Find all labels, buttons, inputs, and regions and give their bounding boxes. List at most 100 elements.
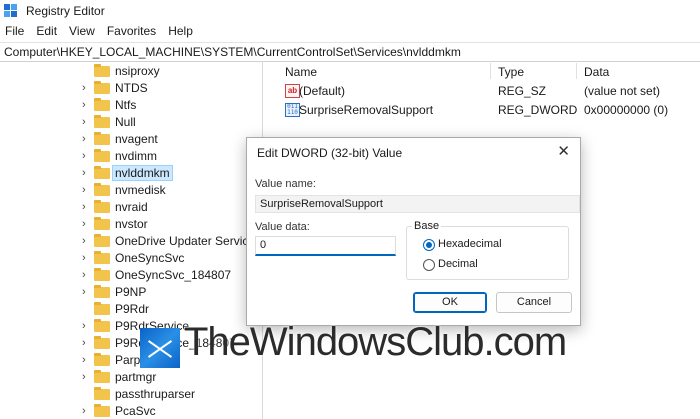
chevron-right-icon[interactable]: › (82, 337, 86, 349)
folder-icon (94, 251, 110, 264)
folder-icon (94, 302, 110, 315)
chevron-right-icon[interactable]: › (82, 354, 86, 366)
chevron-right-icon[interactable]: › (82, 371, 86, 383)
value-data-input[interactable]: 0 (255, 236, 396, 256)
tree-item[interactable]: › nvdimm (0, 148, 262, 165)
decimal-radio[interactable] (423, 259, 435, 271)
chevron-right-icon[interactable]: › (82, 269, 86, 281)
value-data: (value not set) (584, 84, 661, 98)
tree-item[interactable]: › OneSyncSvc_184807 (0, 267, 262, 284)
title-bar: Registry Editor (0, 0, 700, 22)
cancel-button[interactable]: Cancel (496, 292, 572, 313)
tree-item-label: nvstor (115, 217, 148, 231)
menu-favorites[interactable]: Favorites (101, 22, 162, 42)
tree-item-label: PcaSvc (115, 404, 156, 418)
chevron-right-icon[interactable]: › (82, 133, 86, 145)
value-name: (Default) (299, 84, 346, 98)
chevron-right-icon[interactable]: › (82, 235, 86, 247)
tree-item[interactable]: › OneSyncSvc (0, 250, 262, 267)
folder-icon (94, 132, 110, 145)
registry-editor-icon (4, 4, 18, 18)
column-divider[interactable] (576, 63, 577, 79)
tree-item-label: nsiproxy (115, 64, 160, 78)
tree-item-label: NTDS (115, 81, 148, 95)
tree-item[interactable]: › nvmedisk (0, 182, 262, 199)
tree-item[interactable]: nsiproxy (0, 63, 262, 80)
value-name-label: Value name: (255, 178, 316, 190)
folder-icon (94, 64, 110, 77)
tree-item[interactable]: › nvstor (0, 216, 262, 233)
binary-value-icon: 011 110 (285, 103, 300, 117)
close-icon[interactable]: ✕ (557, 144, 570, 159)
hexadecimal-radio[interactable] (423, 239, 435, 251)
chevron-right-icon[interactable]: › (82, 201, 86, 213)
folder-icon (94, 81, 110, 94)
chevron-right-icon[interactable]: › (82, 82, 86, 94)
value-data-label: Value data: (255, 221, 310, 233)
value-row[interactable]: ab (Default) REG_SZ (value not set) (263, 82, 700, 100)
menu-edit[interactable]: Edit (30, 22, 63, 42)
tree-item-label: nvdimm (115, 149, 158, 163)
tree-item[interactable]: P9Rdr (0, 301, 262, 318)
value-data: 0x00000000 (0) (584, 103, 669, 117)
chevron-right-icon[interactable]: › (82, 99, 86, 111)
tree-item[interactable]: passthruparser (0, 386, 262, 403)
tree-item-label: nvlddmkm (112, 165, 173, 181)
column-header-data[interactable]: Data (584, 65, 609, 79)
value-type: REG_SZ (498, 84, 547, 98)
base-group (406, 226, 569, 280)
tree-item[interactable]: › OneDrive Updater Service (0, 233, 262, 250)
chevron-right-icon[interactable]: › (82, 405, 86, 417)
folder-icon (94, 387, 110, 400)
folder-icon (94, 370, 110, 383)
tree-item[interactable]: › NTDS (0, 80, 262, 97)
tree-item[interactable]: › Null (0, 114, 262, 131)
decimal-label[interactable]: Decimal (438, 258, 478, 270)
folder-icon (94, 149, 110, 162)
menu-file[interactable]: File (0, 22, 30, 42)
window-title: Registry Editor (26, 4, 105, 18)
tree-item-label: P9Rdr (115, 302, 150, 316)
folder-icon (94, 98, 110, 111)
chevron-right-icon[interactable]: › (82, 320, 86, 332)
folder-icon (94, 217, 110, 230)
address-path[interactable]: Computer\HKEY_LOCAL_MACHINE\SYSTEM\Curre… (4, 45, 461, 59)
tree-item[interactable]: › nvagent (0, 131, 262, 148)
tree-item[interactable]: › nvraid (0, 199, 262, 216)
tree-item-label: nvmedisk (115, 183, 166, 197)
ok-button[interactable]: OK (413, 292, 487, 313)
value-name: SurpriseRemovalSupport (299, 103, 434, 117)
tree-item-selected[interactable]: › nvlddmkm (0, 165, 262, 182)
tree-item[interactable]: › Ntfs (0, 97, 262, 114)
chevron-right-icon[interactable]: › (82, 218, 86, 230)
menu-help[interactable]: Help (162, 22, 199, 42)
hexadecimal-label[interactable]: Hexadecimal (438, 238, 502, 250)
chevron-right-icon[interactable]: › (82, 150, 86, 162)
column-header-name[interactable]: Name (285, 65, 317, 79)
base-label: Base (412, 220, 442, 232)
chevron-right-icon[interactable]: › (82, 286, 86, 298)
tree-item[interactable]: › PcaSvc (0, 403, 262, 419)
column-header-type[interactable]: Type (498, 65, 524, 79)
address-bar[interactable]: Computer\HKEY_LOCAL_MACHINE\SYSTEM\Curre… (0, 42, 700, 62)
folder-icon (94, 404, 110, 417)
folder-icon (94, 234, 110, 247)
folder-icon (94, 353, 110, 366)
chevron-right-icon[interactable]: › (82, 167, 86, 179)
windows-club-logo (140, 328, 180, 368)
column-divider[interactable] (490, 63, 491, 79)
watermark-text: TheWindowsClub.com (184, 320, 567, 364)
value-type: REG_DWORD (498, 103, 578, 117)
chevron-right-icon[interactable]: › (82, 252, 86, 264)
menu-bar: File Edit View Favorites Help (0, 22, 700, 42)
tree-item-label: Ntfs (115, 98, 137, 112)
chevron-right-icon[interactable]: › (82, 116, 86, 128)
chevron-right-icon[interactable]: › (82, 184, 86, 196)
tree-item[interactable]: › P9NP (0, 284, 262, 301)
tree-item-label: OneSyncSvc (115, 251, 185, 265)
value-row[interactable]: 011 110 SurpriseRemovalSupport REG_DWORD … (263, 101, 700, 119)
tree-item-label: nvraid (115, 200, 148, 214)
folder-icon (94, 319, 110, 332)
tree-item-label: Null (115, 115, 136, 129)
menu-view[interactable]: View (63, 22, 101, 42)
